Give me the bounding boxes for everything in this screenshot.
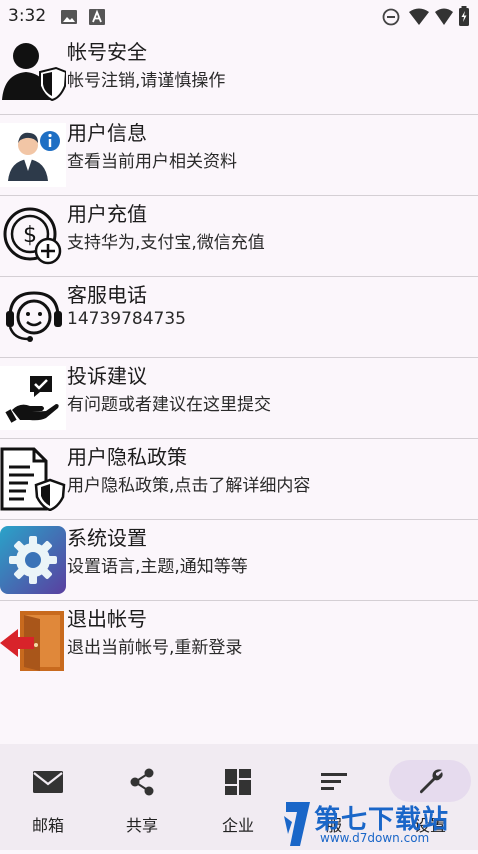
menu-item-subtitle: 用户隐私政策,点击了解详细内容 [67,476,311,496]
logout-door-icon [0,609,66,673]
menu-item-logout[interactable]: 退出帐号 退出当前帐号,重新登录 [0,601,478,681]
watermark-logo-icon [282,798,316,854]
share-icon [116,766,168,798]
list-icon [308,766,360,798]
menu-item-title: 退出帐号 [67,607,147,631]
status-bar: 3:32 [0,0,478,34]
privacy-document-icon [0,447,66,512]
menu-item-title: 用户充值 [67,202,147,226]
battery-icon [458,6,470,30]
status-time: 3:32 [8,6,47,26]
nav-tab-enterprise[interactable]: 企业 [190,744,286,850]
wrench-icon [389,760,471,802]
menu-item-title: 客服电话 [67,283,147,307]
do-not-disturb-icon [382,8,400,30]
menu-item-subtitle: 退出当前帐号,重新登录 [67,638,243,658]
menu-item-subtitle: 查看当前用户相关资料 [67,152,237,172]
feedback-hand-icon [0,366,66,430]
menu-item-privacy-policy[interactable]: 用户隐私政策 用户隐私政策,点击了解详细内容 [0,439,478,520]
nav-tab-mail[interactable]: 邮箱 [0,744,96,850]
menu-item-subtitle: 设置语言,主题,通知等等 [67,557,248,577]
watermark-url: www.d7down.com [320,831,430,845]
menu-item-title: 帐号安全 [67,40,147,64]
headset-icon [0,285,66,349]
user-info-icon [0,123,66,187]
menu-item-title: 用户隐私政策 [67,445,187,469]
menu-item-subtitle: 有问题或者建议在这里提交 [67,395,271,415]
nav-tab-label: 共享 [125,816,158,835]
svg-text:$: $ [23,223,37,248]
menu-item-title: 投诉建议 [67,364,147,388]
account-shield-icon [0,38,68,102]
wifi-icon [408,8,430,30]
menu-item-subtitle: 14739784735 [67,309,186,329]
nav-tab-share[interactable]: 共享 [94,744,190,850]
image-icon [60,8,78,30]
menu-item-system-settings[interactable]: 系统设置 设置语言,主题,通知等等 [0,520,478,601]
nav-tab-label: 企业 [221,816,254,835]
wifi-icon [434,8,454,30]
menu-item-feedback[interactable]: 投诉建议 有问题或者建议在这里提交 [0,358,478,439]
watermark: 第七下载站 www.d7down.com [282,798,478,850]
menu-item-account-security[interactable]: 帐号安全 帐号注销,请谨慎操作 [0,34,478,115]
mail-icon [22,766,74,798]
menu-item-subtitle: 帐号注销,请谨慎操作 [67,71,226,91]
menu-item-title: 系统设置 [67,526,147,550]
menu-item-recharge[interactable]: $ 用户充值 支持华为,支付宝,微信充值 [0,196,478,277]
dashboard-icon [212,766,264,798]
menu-item-title: 用户信息 [67,121,147,145]
settings-gear-icon [0,526,66,594]
text-a-icon [88,8,106,30]
menu-item-user-info[interactable]: 用户信息 查看当前用户相关资料 [0,115,478,196]
menu-item-customer-service[interactable]: 客服电话 14739784735 [0,277,478,358]
coin-add-icon: $ [0,204,66,268]
nav-tab-label: 邮箱 [31,816,64,835]
menu-item-subtitle: 支持华为,支付宝,微信充值 [67,233,265,253]
